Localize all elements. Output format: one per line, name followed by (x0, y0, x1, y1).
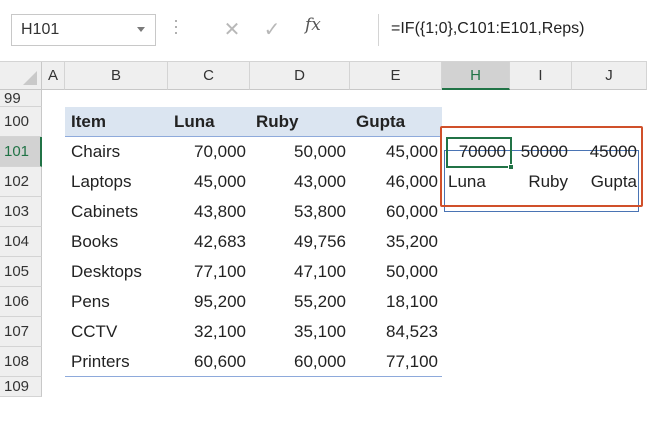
row-header-106[interactable]: 106 (0, 287, 42, 317)
formula-bar-grip (175, 20, 177, 40)
select-all-triangle-icon (23, 71, 37, 85)
table-cell[interactable]: 55,200 (250, 287, 350, 317)
table-cell[interactable]: Books (65, 227, 168, 257)
table-cell[interactable]: Pens (65, 287, 168, 317)
table-cell[interactable]: CCTV (65, 317, 168, 347)
table-cell[interactable]: Laptops (65, 167, 168, 197)
annotation-box (440, 126, 643, 207)
table-cell[interactable]: 43,800 (168, 197, 250, 227)
table-cell[interactable]: 32,100 (168, 317, 250, 347)
table-cell[interactable]: 18,100 (350, 287, 442, 317)
row-header-107[interactable]: 107 (0, 317, 42, 347)
column-header-e[interactable]: E (350, 62, 442, 90)
row-header-102[interactable]: 102 (0, 167, 42, 197)
select-all-button[interactable] (0, 62, 42, 90)
table-cell[interactable]: 60,000 (250, 347, 350, 377)
table-header-gupta[interactable]: Gupta (350, 107, 442, 137)
table-cell[interactable]: 45,000 (168, 167, 250, 197)
table-cell[interactable]: 49,756 (250, 227, 350, 257)
table-cell[interactable]: Printers (65, 347, 168, 377)
row-header-99[interactable]: 99 (0, 90, 42, 107)
table-cell[interactable]: 95,200 (168, 287, 250, 317)
row-header-104[interactable]: 104 (0, 227, 42, 257)
row-header-109[interactable]: 109 (0, 377, 42, 397)
table-cell[interactable]: Cabinets (65, 197, 168, 227)
table-cell[interactable]: 84,523 (350, 317, 442, 347)
table-cell[interactable]: 53,800 (250, 197, 350, 227)
column-header-d[interactable]: D (250, 62, 350, 90)
table-cell[interactable]: 70,000 (168, 137, 250, 167)
column-header-b[interactable]: B (65, 62, 168, 90)
table-bottom-border (65, 376, 442, 377)
table-cell[interactable]: 77,100 (350, 347, 442, 377)
column-header-a[interactable]: A (42, 62, 65, 90)
table-cell[interactable]: 47,100 (250, 257, 350, 287)
column-header-c[interactable]: C (168, 62, 250, 90)
column-header-h[interactable]: H (442, 62, 510, 90)
column-header-i[interactable]: I (510, 62, 572, 90)
row-header-105[interactable]: 105 (0, 257, 42, 287)
table-cell[interactable]: 50,000 (250, 137, 350, 167)
table-cell[interactable]: 42,683 (168, 227, 250, 257)
table-cell[interactable]: 46,000 (350, 167, 442, 197)
table-cell[interactable]: 50,000 (350, 257, 442, 287)
table-cell[interactable]: 45,000 (350, 137, 442, 167)
row-header-108[interactable]: 108 (0, 347, 42, 377)
formula-input[interactable]: =IF({1;0},C101:E101,Reps) (378, 14, 639, 46)
table-cell[interactable]: Chairs (65, 137, 168, 167)
row-header-100[interactable]: 100 (0, 107, 42, 137)
table-cell[interactable]: 60,600 (168, 347, 250, 377)
table-cell[interactable]: 43,000 (250, 167, 350, 197)
row-header-101[interactable]: 101 (0, 137, 42, 167)
insert-function-icon[interactable]: fx (305, 15, 321, 35)
chevron-down-icon[interactable] (137, 27, 145, 32)
table-cell[interactable]: 77,100 (168, 257, 250, 287)
table-cell[interactable]: Desktops (65, 257, 168, 287)
name-box-value: H101 (21, 21, 60, 38)
formula-text: =IF({1;0},C101:E101,Reps) (391, 20, 585, 37)
table-header-ruby[interactable]: Ruby (250, 107, 350, 137)
formula-bar: H101 ✕ ✓ fx =IF({1;0},C101:E101,Reps) (0, 0, 647, 62)
name-box[interactable]: H101 (11, 14, 156, 46)
table-header-item[interactable]: Item (65, 107, 168, 137)
table-cell[interactable]: 35,200 (350, 227, 442, 257)
column-header-j[interactable]: J (572, 62, 647, 90)
table-cell[interactable]: 60,000 (350, 197, 442, 227)
enter-icon[interactable]: ✓ (258, 14, 286, 46)
cancel-icon[interactable]: ✕ (218, 14, 246, 46)
table-cell[interactable]: 35,100 (250, 317, 350, 347)
table-header-luna[interactable]: Luna (168, 107, 250, 137)
row-header-103[interactable]: 103 (0, 197, 42, 227)
